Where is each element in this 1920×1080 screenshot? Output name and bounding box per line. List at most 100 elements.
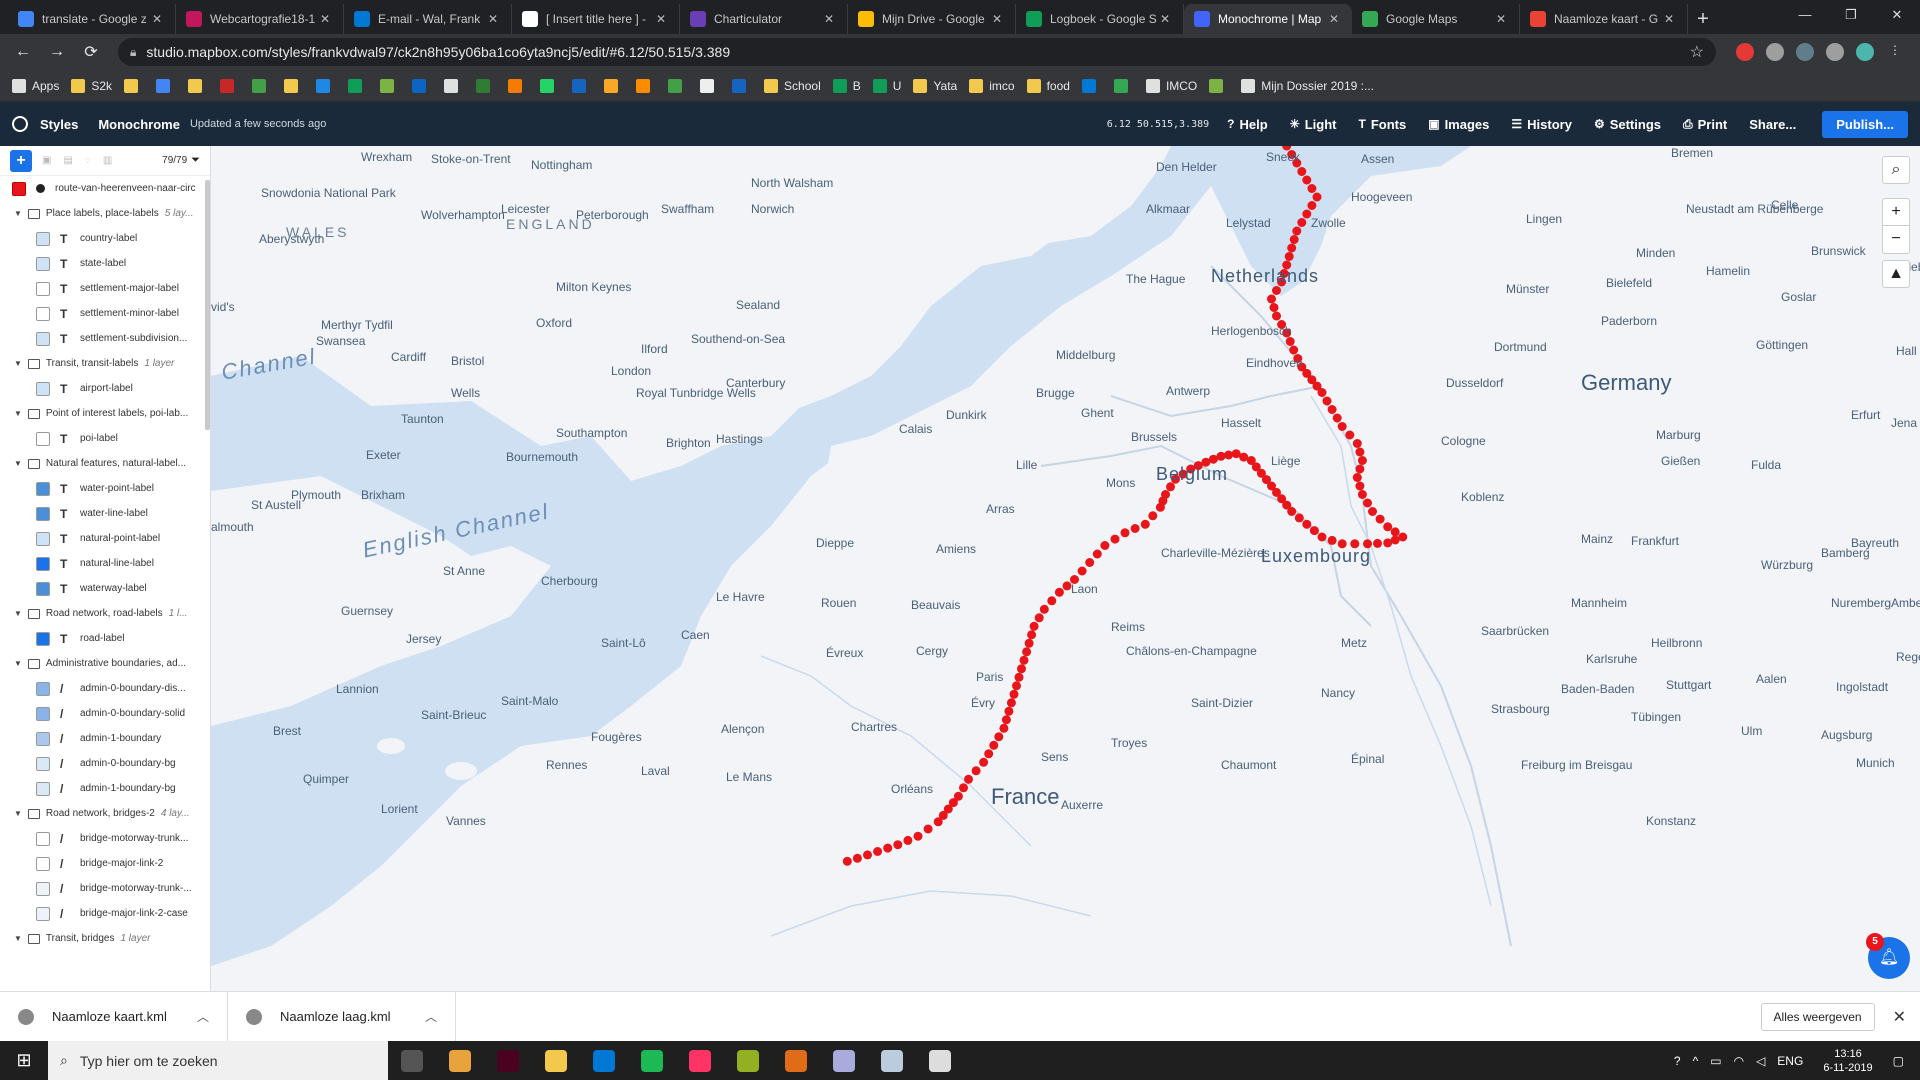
network-icon[interactable]: ◠ xyxy=(1734,1054,1744,1068)
extension-icon[interactable] xyxy=(1766,43,1784,61)
task-view-icon[interactable] xyxy=(388,1041,436,1080)
profile-avatar[interactable] xyxy=(1856,43,1874,61)
layer-item[interactable]: Tstate-label xyxy=(0,251,210,276)
bookmark-item[interactable]: School xyxy=(764,78,821,93)
styles-link[interactable]: Styles xyxy=(40,117,78,132)
tab-close-icon[interactable]: ✕ xyxy=(653,12,669,26)
bookmark-item[interactable]: IMCO xyxy=(1145,78,1197,93)
extension-icon[interactable] xyxy=(1826,43,1844,61)
qgis-icon[interactable] xyxy=(724,1041,772,1080)
bookmark-item[interactable]: U xyxy=(872,78,901,93)
chevron-down-icon[interactable]: ▼ xyxy=(14,809,22,818)
bookmark-item[interactable]: imco xyxy=(969,78,1015,93)
chevron-down-icon[interactable]: ▼ xyxy=(14,409,22,418)
notifications-button[interactable]: 🔔︎ 5 xyxy=(1866,933,1910,979)
bookmark-item[interactable] xyxy=(252,78,272,93)
chevron-down-icon[interactable]: ▼ xyxy=(14,659,22,668)
bookmark-item[interactable]: Mijn Dossier 2019 :... xyxy=(1241,78,1374,93)
browser-tab[interactable]: [ Insert title here ] - ✕ xyxy=(512,4,680,34)
print-button[interactable]: ⎙ Print xyxy=(1683,117,1727,132)
bookmark-item[interactable]: S2k xyxy=(71,78,112,93)
layer-item[interactable]: / admin-1-boundary xyxy=(0,726,210,751)
bookmark-item[interactable]: B xyxy=(832,78,861,93)
bookmark-item[interactable]: Apps xyxy=(12,78,59,93)
publish-button[interactable]: Publish... xyxy=(1822,110,1908,138)
layer-group[interactable]: ▼ Transit, transit-labels 1 layer xyxy=(0,351,210,376)
chevron-up-icon[interactable]: ︿ xyxy=(197,1008,209,1025)
browser-tab[interactable]: E-mail - Wal, Frank ✕ xyxy=(344,4,512,34)
bookmark-star-icon[interactable]: ☆ xyxy=(1690,42,1704,62)
adblock-icon[interactable] xyxy=(1736,43,1754,61)
layer-item[interactable]: Troad-label xyxy=(0,626,210,651)
bookmark-item[interactable] xyxy=(1081,78,1102,93)
layer-item[interactable]: / admin-0-boundary-dis... xyxy=(0,676,210,701)
indesign-icon[interactable] xyxy=(484,1041,532,1080)
bookmark-item[interactable] xyxy=(124,78,144,93)
layer-item[interactable]: / bridge-major-link-2 xyxy=(0,851,210,876)
style-name[interactable]: Monochrome xyxy=(98,117,180,132)
settings-button[interactable]: ⚙ Settings xyxy=(1594,117,1661,132)
volume-icon[interactable]: ◁ xyxy=(1756,1054,1765,1068)
notification-center-icon[interactable]: ▢ xyxy=(1893,1054,1904,1068)
layer-item[interactable]: / bridge-motorway-trunk... xyxy=(0,826,210,851)
tab-close-icon[interactable]: ✕ xyxy=(485,12,501,26)
indesign2-icon[interactable] xyxy=(676,1041,724,1080)
browser-tab[interactable]: translate - Google z ✕ xyxy=(8,4,176,34)
tab-close-icon[interactable]: ✕ xyxy=(1493,12,1509,26)
help-button[interactable]: ? Help xyxy=(1227,117,1268,132)
bookmark-item[interactable] xyxy=(284,78,304,93)
layer-item[interactable]: Tsettlement-major-label xyxy=(0,276,210,301)
browser-tab[interactable]: Google Maps ✕ xyxy=(1352,4,1520,34)
tab-close-icon[interactable]: ✕ xyxy=(821,12,837,26)
browser-tab[interactable]: Naamloze kaart - G ✕ xyxy=(1520,4,1688,34)
layer-group[interactable]: ▼ Place labels, place-labels 5 lay... xyxy=(0,201,210,226)
bookmark-item[interactable] xyxy=(700,78,720,93)
mapbox-logo-icon[interactable] xyxy=(12,116,28,132)
chevron-down-icon[interactable]: ▼ xyxy=(14,934,22,943)
menu-icon[interactable]: ⋮ xyxy=(1886,43,1904,61)
layer-item[interactable]: / admin-0-boundary-bg xyxy=(0,751,210,776)
layer-group[interactable]: ▼ Road network, road-labels 1 l... xyxy=(0,601,210,626)
layer-item[interactable]: Twater-point-label xyxy=(0,476,210,501)
download-item[interactable]: Naamloze laag.kml ︿ xyxy=(228,991,456,1042)
layer-item[interactable]: / bridge-major-link-2-case xyxy=(0,901,210,926)
layer-item[interactable]: Tsettlement-minor-label xyxy=(0,301,210,326)
visibility-icon[interactable]: ◌ xyxy=(85,155,91,166)
zoom-out-button[interactable]: − xyxy=(1882,226,1910,254)
tab-close-icon[interactable]: ✕ xyxy=(989,12,1005,26)
windows-start-icon[interactable]: ⊞ xyxy=(0,1050,48,1071)
bookmark-item[interactable] xyxy=(476,78,496,93)
bookmark-item[interactable] xyxy=(380,78,400,93)
bookmark-item[interactable] xyxy=(572,78,592,93)
chrome-icon[interactable] xyxy=(436,1041,484,1080)
spotify-icon[interactable] xyxy=(628,1041,676,1080)
browser-tab[interactable]: Mijn Drive - Google ✕ xyxy=(848,4,1016,34)
bookmark-item[interactable] xyxy=(188,78,208,93)
edge-icon[interactable] xyxy=(580,1041,628,1080)
layer-item[interactable]: Tsettlement-subdivision... xyxy=(0,326,210,351)
tab-close-icon[interactable]: ✕ xyxy=(1326,12,1342,26)
map-canvas[interactable]: Wrexham Stoke-on-Trent Nottingham Snowdonia… xyxy=(211,146,1920,991)
close-icon[interactable]: ✕ xyxy=(1893,1007,1906,1027)
bookmark-item[interactable] xyxy=(156,78,176,93)
bookmark-item[interactable] xyxy=(604,78,624,93)
images-button[interactable]: ▣ Images xyxy=(1428,117,1489,132)
tab-close-icon[interactable]: ✕ xyxy=(1661,12,1677,26)
layer-group[interactable]: ▼ Administrative boundaries, ad... xyxy=(0,651,210,676)
compass-button[interactable]: ▲ xyxy=(1882,260,1910,288)
new-tab-button[interactable]: + xyxy=(1688,4,1718,34)
chevron-down-icon[interactable]: ▼ xyxy=(14,609,22,618)
layer-group[interactable]: ▼ Transit, bridges 1 layer xyxy=(0,926,210,951)
bookmark-item[interactable] xyxy=(1113,78,1134,93)
delete-icon[interactable]: ▥ xyxy=(103,155,112,166)
bookmark-item[interactable]: Yata xyxy=(913,78,957,93)
bookmark-item[interactable] xyxy=(636,78,656,93)
bookmark-item[interactable] xyxy=(444,78,464,93)
layer-item[interactable]: Twaterway-label xyxy=(0,576,210,601)
help-icon[interactable]: ? xyxy=(1674,1054,1681,1068)
layer-item[interactable]: Tnatural-line-label xyxy=(0,551,210,576)
tab-close-icon[interactable]: ✕ xyxy=(1157,12,1173,26)
app-icon[interactable] xyxy=(772,1041,820,1080)
sidebar-scrollbar[interactable] xyxy=(205,180,210,430)
history-button[interactable]: ☰ History xyxy=(1511,117,1572,132)
